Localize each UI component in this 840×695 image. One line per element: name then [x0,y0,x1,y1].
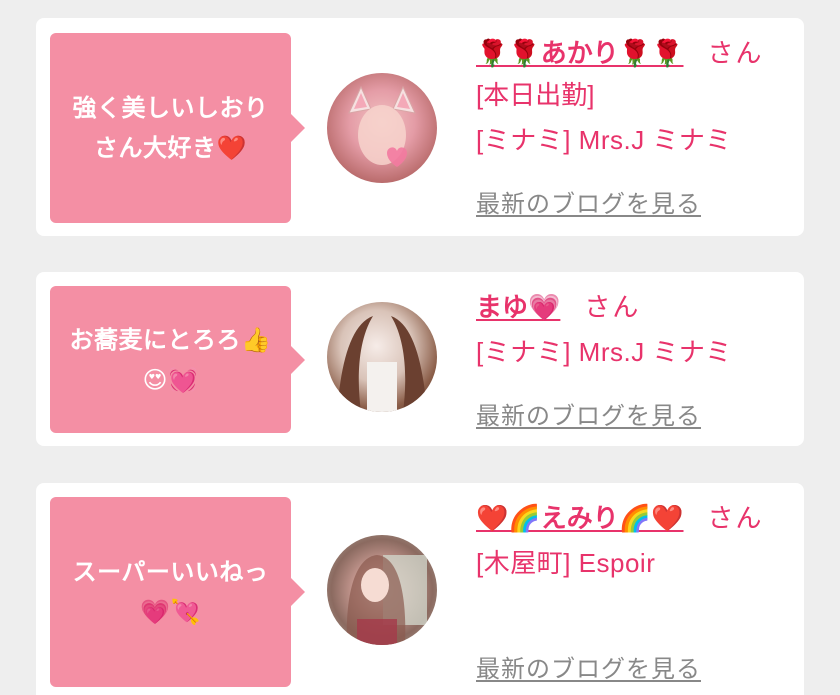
cast-name-link[interactable]: ❤️🌈えみり🌈❤️ [476,503,684,533]
comment-line-1: お蕎麦にとろろ👍 [69,325,272,354]
latest-blog-link[interactable]: 最新のブログを見る [476,649,701,684]
comment-line-2: さん大好き❤️ [94,134,247,162]
latest-blog-link[interactable]: 最新のブログを見る [476,184,701,219]
comment-line-1: スーパーいいねっ [72,558,269,586]
avatar-photo-icon [348,85,416,167]
cast-info: 🌹🌹あかり🌹🌹 さん [本日出勤] [ミナミ] Mrs.J ミナミ [476,32,786,164]
honorific: さん [707,38,764,68]
cast-name-link[interactable]: まゆ💗 [476,292,560,322]
comment-bubble: 強く美しいしおり さん大好き❤️ [50,33,305,223]
comment-line-1: 強く美しいしおり [72,94,269,122]
review-card: 強く美しいしおり さん大好き❤️ 🌹🌹あかり🌹🌹 さん [本日出勤] [ミナミ] M… [36,18,804,236]
comment-bubble: お蕎麦にとろろ👍 😍💓 [50,286,305,433]
work-status: [本日出勤] [476,80,595,110]
cast-name-link[interactable]: 🌹🌹あかり🌹🌹 [476,38,684,68]
comment-bubble: スーパーいいねっ 💗💘 [50,497,305,687]
comment-line-2: 😍💓 [142,365,199,394]
avatar[interactable] [327,73,437,183]
avatar-photo-icon [346,555,427,645]
avatar-photo-icon [337,316,427,412]
shop-name[interactable]: [ミナミ] Mrs.J ミナミ [476,328,786,376]
shop-name[interactable]: [ミナミ] Mrs.J ミナミ [476,116,786,164]
review-card: スーパーいいねっ 💗💘 ❤️🌈えみり🌈❤️ さん [木屋町] Espoir 最新の… [36,483,804,695]
latest-blog-link[interactable]: 最新のブログを見る [476,396,701,431]
review-card: お蕎麦にとろろ👍 😍💓 まゆ💗 さん [ミナミ] Mrs.J ミナミ 最新のブログ… [36,272,804,446]
cast-info: ❤️🌈えみり🌈❤️ さん [木屋町] Espoir [476,497,786,587]
honorific: さん [584,292,641,322]
avatar[interactable] [327,535,437,645]
shop-name[interactable]: [木屋町] Espoir [476,539,786,587]
avatar[interactable] [327,302,437,412]
honorific: さん [707,503,764,533]
comment-line-2: 💗💘 [140,598,201,626]
cast-info: まゆ💗 さん [ミナミ] Mrs.J ミナミ [476,286,786,376]
